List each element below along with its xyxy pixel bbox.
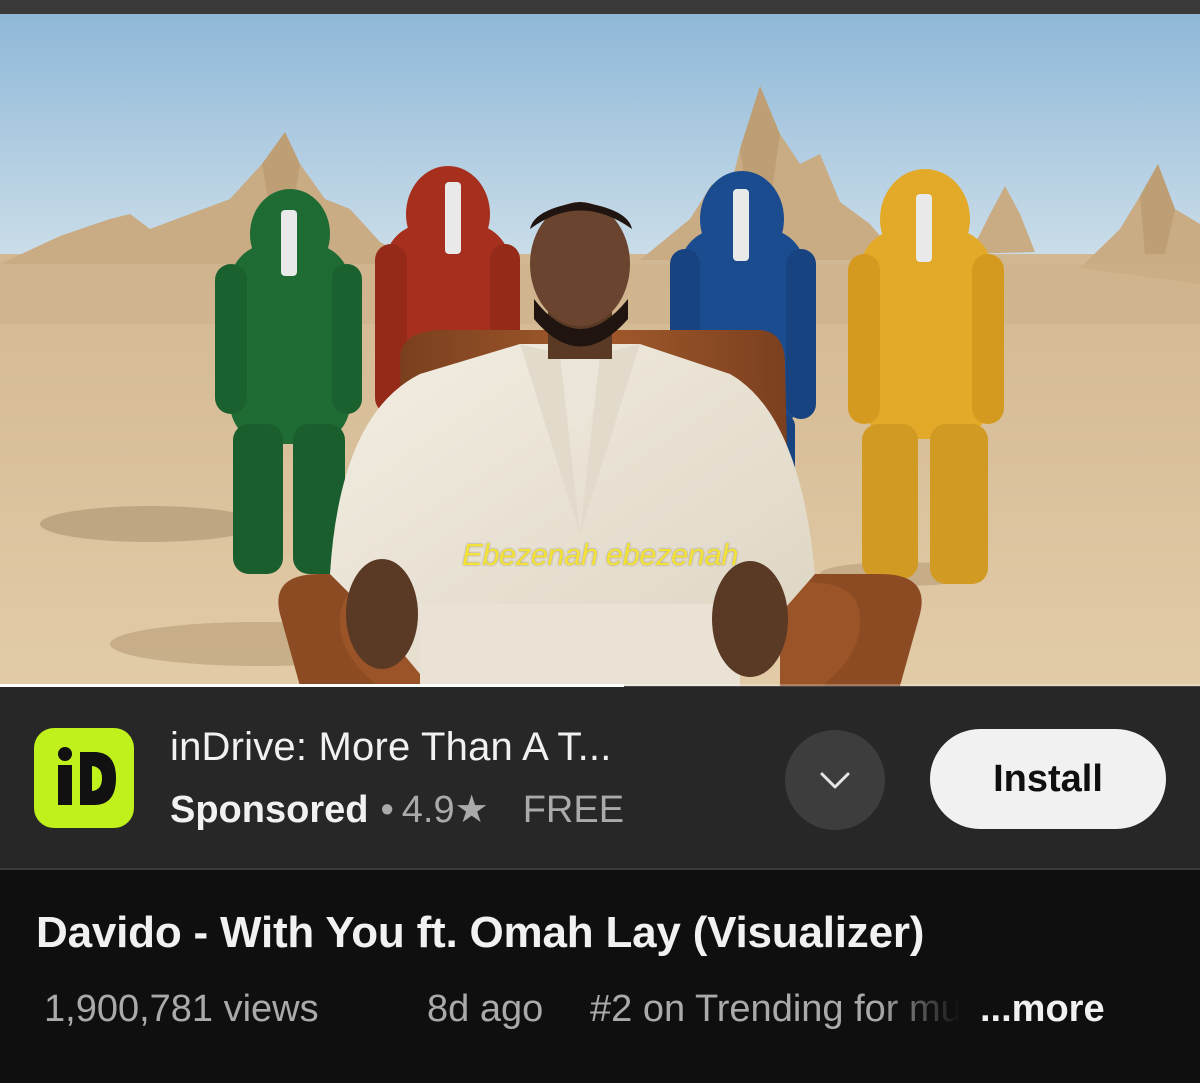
sponsored-label: Sponsored — [170, 789, 369, 831]
ad-meta-row: Sponsored • 4.9★ FREE — [170, 787, 624, 832]
video-frame — [0, 14, 1200, 686]
sponsored-ad-card[interactable]: inDrive: More Than A T... Sponsored • 4.9★… — [0, 687, 1200, 868]
video-meta-row[interactable]: 1,900,781 views 8d ago #2 on Trending fo… — [44, 988, 1184, 1036]
video-caption: Ebezenah ebezenah — [462, 537, 738, 572]
install-button[interactable]: Install — [930, 729, 1166, 829]
app-rating: 4.9★ — [401, 789, 489, 831]
video-watch-page: Ebezenah ebezenah inDrive: More Than A T… — [0, 0, 1200, 1083]
meta-separator: • — [380, 789, 394, 831]
chevron-down-icon — [820, 772, 850, 789]
ad-expand-button[interactable] — [785, 730, 885, 830]
video-title[interactable]: Davido - With You ft. Omah Lay (Visualiz… — [36, 908, 924, 958]
section-divider — [0, 868, 1200, 870]
trending-badge: #2 on Trending for music — [590, 988, 960, 1030]
video-player[interactable]: Ebezenah ebezenah — [0, 14, 1200, 686]
upload-age: 8d ago — [427, 988, 544, 1030]
ad-title[interactable]: inDrive: More Than A T... — [170, 725, 612, 770]
more-button[interactable]: ...more — [980, 988, 1105, 1031]
status-strip — [0, 0, 1200, 14]
view-count: 1,900,781 views — [44, 988, 319, 1030]
indrive-logo-icon[interactable] — [34, 728, 134, 828]
app-price: FREE — [522, 789, 625, 831]
